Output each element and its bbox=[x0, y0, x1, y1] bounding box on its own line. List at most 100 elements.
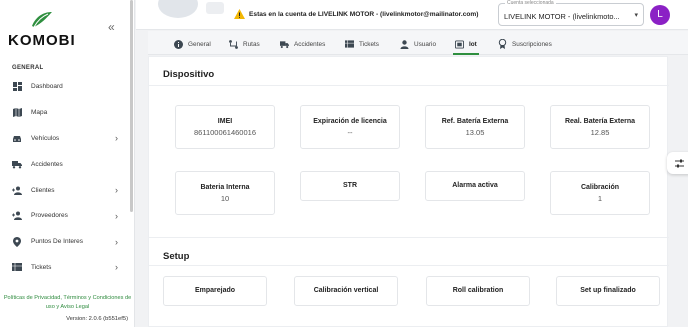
chevron-right-icon: › bbox=[115, 262, 118, 273]
legal-links[interactable]: Políticas de Privacidad, Términos y Cond… bbox=[0, 294, 135, 311]
tab-tickets[interactable]: Tickets bbox=[345, 36, 379, 52]
app-root: KOMOBI « GENERAL Dashboard Mapa Vehículo… bbox=[0, 0, 688, 327]
topbar: Estas en la cuenta de LIVELINK MOTOR - (… bbox=[136, 0, 688, 30]
collapse-sidebar-icon[interactable]: « bbox=[108, 20, 115, 34]
tab-accidentes[interactable]: Accidentes bbox=[280, 36, 325, 52]
chevron-right-icon: › bbox=[115, 236, 118, 247]
sidebar: KOMOBI « GENERAL Dashboard Mapa Vehículo… bbox=[0, 0, 135, 327]
setup-card-vertical-calibration[interactable]: Calibración vertical bbox=[294, 276, 398, 306]
ticket-icon bbox=[12, 262, 22, 272]
location-pin-icon bbox=[12, 236, 22, 247]
tab-iot[interactable]: Iot bbox=[453, 36, 479, 55]
setup-card-emparejado[interactable]: Emparejado bbox=[163, 276, 267, 306]
tab-suscripciones[interactable]: Suscripciones bbox=[498, 36, 552, 52]
tab-label: Suscripciones bbox=[512, 40, 552, 48]
account-select-label: Cuenta seleccionada bbox=[505, 0, 556, 6]
sidebar-item-accidentes[interactable]: Accidentes bbox=[0, 151, 128, 177]
card-title: Calibración bbox=[580, 184, 620, 191]
tab-label: Tickets bbox=[359, 40, 380, 48]
chevron-right-icon: › bbox=[115, 185, 118, 196]
card-value: 13.05 bbox=[465, 128, 485, 137]
card-value: 1 bbox=[597, 194, 603, 203]
tab-label: Usuario bbox=[414, 40, 437, 48]
sidebar-item-puntos-de-interes[interactable]: Puntos De Interes › bbox=[0, 229, 128, 255]
sidebar-item-label: Vehículos bbox=[31, 134, 60, 142]
device-card-real-external-battery: Real. Batería Externa 12.85 bbox=[550, 105, 650, 149]
account-select-value: LIVELINK MOTOR - (livelinkmoto... bbox=[504, 12, 620, 21]
warning-icon bbox=[234, 9, 245, 19]
chevron-down-icon: ▾ bbox=[634, 12, 638, 19]
tab-label: Iot bbox=[469, 40, 477, 48]
card-title: STR bbox=[343, 182, 357, 189]
map-icon bbox=[12, 108, 22, 118]
sidebar-item-label: Accidentes bbox=[31, 160, 63, 168]
tab-label: General bbox=[188, 40, 211, 48]
filters-toggle-button[interactable] bbox=[667, 152, 688, 174]
account-select[interactable]: Cuenta seleccionada LIVELINK MOTOR - (li… bbox=[498, 0, 644, 26]
device-card-active-alarm: Alarma activa bbox=[425, 171, 525, 201]
active-tab-indicator bbox=[453, 53, 479, 55]
subscriptions-icon bbox=[498, 39, 507, 49]
dashboard-icon bbox=[12, 82, 22, 92]
info-icon bbox=[174, 39, 183, 49]
chevron-right-icon: › bbox=[115, 133, 118, 144]
dispositivo-title: Dispositivo bbox=[163, 69, 215, 80]
truck-icon bbox=[280, 40, 289, 49]
card-value: 861100061460016 bbox=[193, 128, 256, 137]
setup-title: Setup bbox=[163, 251, 190, 262]
sidebar-section-label: GENERAL bbox=[12, 65, 44, 71]
iot-panel: Dispositivo IMEI 861100061460016 Expirac… bbox=[148, 56, 669, 327]
device-card-calibration: Calibración 1 bbox=[550, 171, 650, 215]
account-warning-text: Estas en la cuenta de LIVELINK MOTOR - (… bbox=[249, 11, 479, 18]
sidebar-item-label: Tickets bbox=[31, 263, 52, 271]
sidebar-item-label: Clientes bbox=[31, 186, 55, 194]
device-card-internal-battery: Bateria Interna 10 bbox=[175, 171, 275, 215]
device-card-ref-external-battery: Ref. Batería Externa 13.05 bbox=[425, 105, 525, 149]
sidebar-item-tickets[interactable]: Tickets › bbox=[0, 255, 128, 281]
sidebar-item-label: Puntos De Interes bbox=[31, 238, 84, 246]
vehicle-image bbox=[158, 0, 198, 18]
device-card-str: STR bbox=[300, 171, 400, 201]
setup-card-roll-calibration[interactable]: Roll calibration bbox=[426, 276, 530, 306]
device-card-license-expiration: Expiración de licencia -- bbox=[300, 105, 400, 149]
sidebar-item-label: Dashboard bbox=[31, 83, 63, 91]
app-version: Version: 2.0.6 (b551ef5) bbox=[66, 316, 128, 322]
logo[interactable]: KOMOBI bbox=[8, 8, 88, 50]
card-title: Ref. Batería Externa bbox=[441, 118, 509, 125]
setup-card-setup-finished[interactable]: Set up finalizado bbox=[556, 276, 660, 306]
car-icon bbox=[12, 133, 22, 143]
iot-icon bbox=[455, 39, 464, 49]
tab-usuario[interactable]: Usuario bbox=[400, 36, 436, 52]
card-title: Alarma activa bbox=[452, 182, 498, 189]
logo-leaf-icon bbox=[32, 12, 52, 28]
card-title: Bateria Interna bbox=[200, 184, 250, 191]
card-title: Expiración de licencia bbox=[313, 118, 387, 125]
sidebar-item-label: Mapa bbox=[31, 109, 48, 117]
card-title: IMEI bbox=[217, 118, 233, 125]
providers-icon bbox=[12, 211, 22, 221]
tab-general[interactable]: General bbox=[174, 36, 211, 52]
vehicle-tabs: General Rutas Accidentes Tickets Usuario bbox=[148, 31, 688, 55]
sliders-icon bbox=[674, 159, 684, 167]
logo-text: KOMOBI bbox=[8, 32, 76, 49]
tab-label: Accidentes bbox=[294, 40, 326, 48]
sidebar-scrollbar[interactable] bbox=[130, 0, 133, 212]
card-value: 12.85 bbox=[590, 128, 610, 137]
section-divider bbox=[149, 237, 669, 238]
sidebar-item-clientes[interactable]: Clientes › bbox=[0, 177, 128, 203]
user-avatar[interactable]: L bbox=[650, 5, 670, 25]
sidebar-item-proveedores[interactable]: Proveedores › bbox=[0, 203, 128, 229]
sidebar-item-dashboard[interactable]: Dashboard bbox=[0, 74, 128, 100]
truck-icon bbox=[12, 159, 22, 169]
routes-icon bbox=[229, 39, 238, 49]
sidebar-item-vehiculos[interactable]: Vehículos › bbox=[0, 126, 128, 152]
sidebar-item-mapa[interactable]: Mapa bbox=[0, 100, 128, 126]
sidebar-item-label: Proveedores bbox=[31, 212, 68, 220]
card-value: 10 bbox=[220, 194, 230, 203]
tab-rutas[interactable]: Rutas bbox=[229, 36, 260, 52]
vehicle-title-blurred bbox=[206, 2, 224, 14]
chevron-right-icon: › bbox=[115, 210, 118, 221]
card-title: Real. Batería Externa bbox=[564, 118, 636, 125]
section-divider bbox=[149, 85, 669, 86]
user-icon bbox=[400, 39, 409, 49]
